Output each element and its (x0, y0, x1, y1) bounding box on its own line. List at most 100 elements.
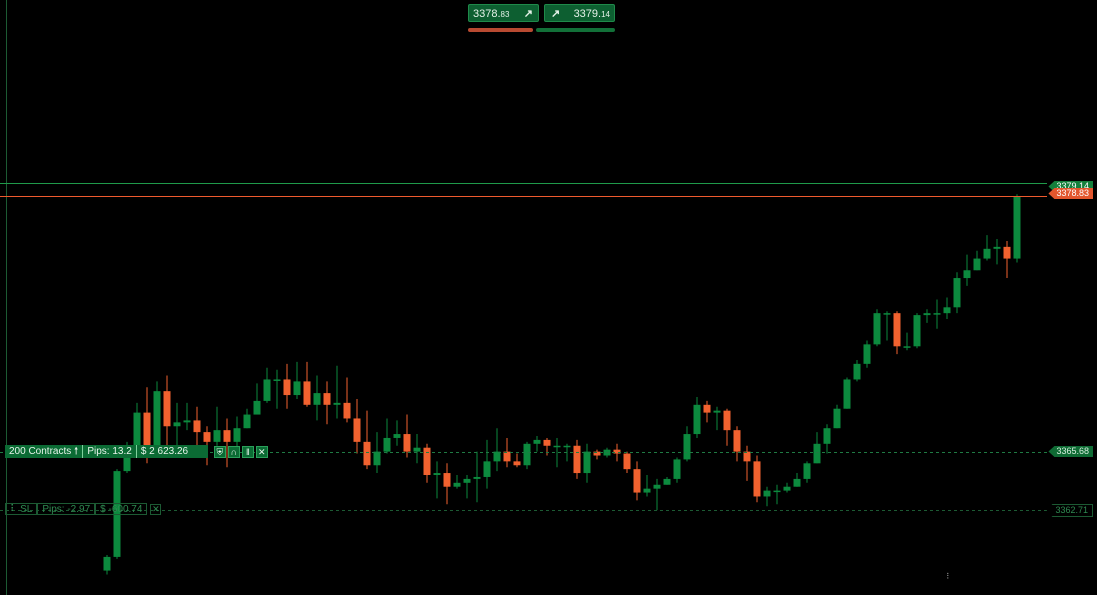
candle-body (473, 476, 481, 479)
candle-body (163, 391, 171, 427)
pnl-label: $ 2 623.26 (135, 445, 208, 458)
candle-body (983, 248, 991, 259)
candle-body (753, 461, 761, 497)
candle-body (813, 443, 821, 464)
pause-icon[interactable]: ‖ (241, 445, 254, 458)
candle-body (873, 313, 881, 345)
candle-body (1013, 196, 1021, 259)
candle-body (783, 486, 791, 491)
stop-loss-order-line-label[interactable]: ⠇ SL Pips: -2.97 $ -600.74 ✕ (5, 503, 162, 515)
candle-body (193, 420, 201, 433)
sell-button[interactable]: 3378.83 ↗ (468, 4, 539, 22)
candle-body (573, 445, 581, 474)
candle-body (423, 447, 431, 476)
candle-body (823, 428, 831, 444)
close-icon[interactable]: ✕ (255, 445, 268, 458)
candle-body (413, 447, 421, 452)
candle-body (503, 451, 511, 462)
resize-grip-icon[interactable]: ⠇ (946, 573, 952, 581)
candle-body (703, 404, 711, 413)
candle-body (173, 422, 181, 427)
drag-handle-icon: ⠇ (10, 504, 18, 515)
arrow-up-right-icon: ↗ (523, 8, 533, 20)
candle-body (493, 451, 501, 462)
shield-icon[interactable]: ⛨ (213, 445, 226, 458)
buy-price: 3379.14 (573, 8, 610, 20)
candle-body (483, 461, 491, 477)
candle-body (253, 400, 261, 415)
candle-body (243, 414, 251, 429)
price-chart[interactable] (0, 0, 1097, 595)
candle-body (293, 381, 301, 396)
candle-body (683, 434, 691, 460)
candle-body (653, 484, 661, 489)
stop-loss-label[interactable]: ⠇ SL (5, 503, 38, 515)
candle-body (363, 441, 371, 466)
candle-body (233, 428, 241, 442)
candle-body (793, 478, 801, 487)
candle-body (883, 313, 891, 315)
candle-body (863, 344, 871, 364)
stop-loss-pips-label: Pips: -2.97 (37, 503, 96, 515)
candle-body (953, 278, 961, 308)
pips-label: Pips: 13.2 (82, 445, 136, 458)
candle-body (263, 379, 271, 401)
candle-body (933, 313, 941, 315)
candle-body (693, 404, 701, 435)
candle-body (373, 451, 381, 466)
candle-body (353, 418, 361, 442)
candle-body (453, 482, 461, 487)
candle-body (773, 490, 781, 493)
candle-body (743, 451, 751, 462)
contracts-label[interactable]: 200 Contracts 🠕 (5, 445, 83, 458)
candle-body (943, 307, 951, 314)
candle-body (523, 443, 531, 466)
candle-body (843, 379, 851, 409)
candle-body (533, 439, 541, 444)
candle-body (763, 490, 771, 497)
candle-body (643, 488, 651, 493)
candle-body (463, 478, 471, 483)
candle-body (963, 270, 971, 279)
candle-body (583, 451, 591, 474)
candle-body (633, 469, 641, 493)
candle-body (303, 381, 311, 405)
position-order-line-label[interactable]: 200 Contracts 🠕 Pips: 13.2 $ 2 623.26 ⛨ … (5, 445, 268, 458)
candle-body (273, 379, 281, 381)
candle-body (403, 434, 411, 452)
sell-price: 3378.83 (473, 8, 510, 20)
candle-body (103, 556, 111, 571)
candle-body (893, 313, 901, 347)
candle-body (723, 410, 731, 431)
close-icon[interactable]: ✕ (150, 503, 162, 515)
candles-layer (103, 194, 1021, 575)
sell-volume-bar (468, 28, 533, 32)
buy-button[interactable]: ↗ 3379.14 (544, 4, 615, 22)
candle-body (1003, 246, 1011, 259)
arrow-up-right-icon: ↗ (551, 8, 561, 20)
buy-volume-bar (536, 28, 615, 32)
candle-body (223, 430, 231, 442)
candle-body (673, 459, 681, 479)
stop-loss-price-tag: 3362.71 (1046, 504, 1093, 517)
candle-body (553, 445, 561, 448)
candle-body (913, 315, 921, 347)
candle-body (153, 391, 161, 450)
candle-body (923, 313, 931, 316)
candle-body (513, 461, 521, 466)
candle-body (333, 402, 341, 405)
candle-body (433, 473, 441, 476)
candle-body (903, 346, 911, 348)
candle-body (323, 393, 331, 405)
candle-body (973, 258, 981, 271)
candle-body (733, 430, 741, 452)
candle-body (313, 393, 321, 405)
candle-body (283, 379, 291, 396)
stop-loss-pnl-label: $ -600.74 (95, 503, 148, 515)
candle-body (383, 437, 391, 452)
magnet-icon[interactable]: ∩ (227, 445, 240, 458)
arrow-up-icon: 🠕 (74, 446, 79, 457)
candle-body (443, 473, 451, 487)
candle-body (343, 402, 351, 419)
bid-price-tag: 3378.83 (1048, 188, 1093, 199)
